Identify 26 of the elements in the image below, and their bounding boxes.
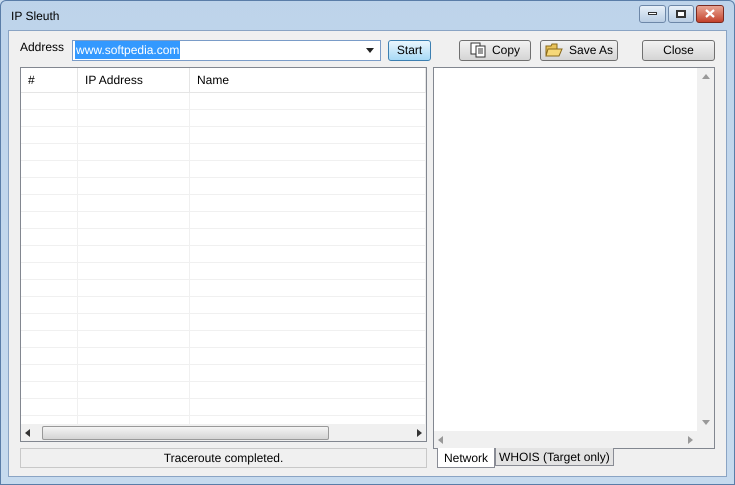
address-label: Address [20,39,64,56]
column-header[interactable]: IP Address [78,68,190,92]
start-button[interactable]: Start [388,40,432,60]
maximize-button[interactable] [668,4,694,22]
column-header[interactable]: # [21,68,78,92]
horizontal-scrollbar[interactable] [21,424,426,441]
left-arrow-icon[interactable] [25,428,30,436]
column-header[interactable]: Name [190,68,426,92]
save-as-button[interactable]: Save As [540,40,618,60]
right-arrow-icon[interactable] [417,428,422,436]
folder-icon [545,42,564,58]
up-arrow-icon[interactable] [702,74,710,79]
copy-button[interactable]: Copy [459,40,532,60]
dropdown-arrow-icon [366,48,374,52]
tab[interactable]: Network [437,448,496,468]
vertical-scrollbar[interactable] [697,68,714,448]
close-button[interactable]: Close [642,40,715,60]
tab[interactable]: WHOIS (Target only) [495,448,614,466]
copy-icon [470,42,486,58]
minimize-button[interactable] [639,4,666,22]
close-window-button[interactable] [696,4,724,22]
close-icon [705,9,715,18]
window-title: IP Sleuth [11,8,60,24]
down-arrow-icon[interactable] [702,420,710,425]
scrollbar-thumb[interactable] [42,426,329,440]
status-bar: Traceroute completed. [20,448,427,468]
